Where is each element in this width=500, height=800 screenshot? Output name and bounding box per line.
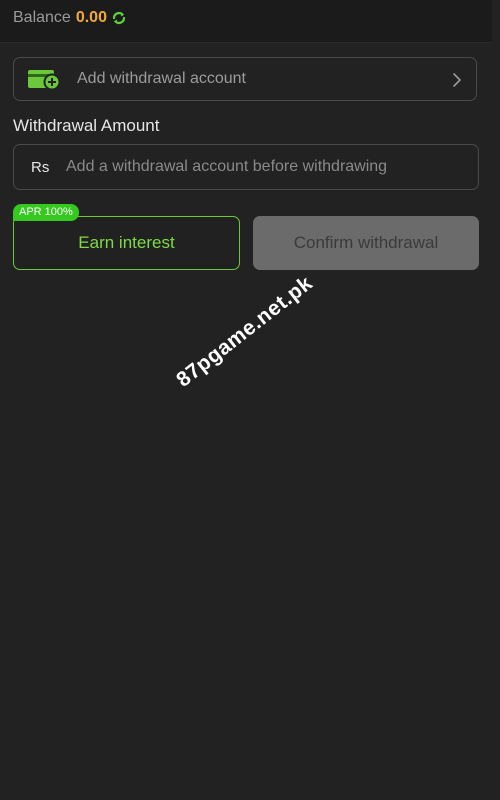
wallet-add-icon <box>27 67 61 91</box>
watermark: 87pgame.net.pk <box>172 271 317 392</box>
chevron-right-icon <box>452 72 462 88</box>
earn-interest-button[interactable]: Earn interest <box>13 216 240 270</box>
confirm-withdrawal-button[interactable]: Confirm withdrawal <box>253 216 479 270</box>
withdrawal-amount-input[interactable] <box>66 145 478 189</box>
currency-label: Rs <box>31 158 50 176</box>
add-withdrawal-account-button[interactable]: Add withdrawal account <box>13 57 477 101</box>
refresh-icon[interactable] <box>111 10 127 26</box>
top-bar: Balance 0.00 <box>0 0 492 43</box>
withdrawal-amount-title: Withdrawal Amount <box>13 116 160 135</box>
balance-label: Balance <box>13 9 71 26</box>
balance-value: 0.00 <box>75 9 107 26</box>
balance-display: Balance 0.00 <box>13 8 127 28</box>
add-account-label: Add withdrawal account <box>77 70 246 87</box>
withdrawal-amount-field: Rs <box>13 144 479 190</box>
apr-badge: APR 100% <box>13 204 79 221</box>
